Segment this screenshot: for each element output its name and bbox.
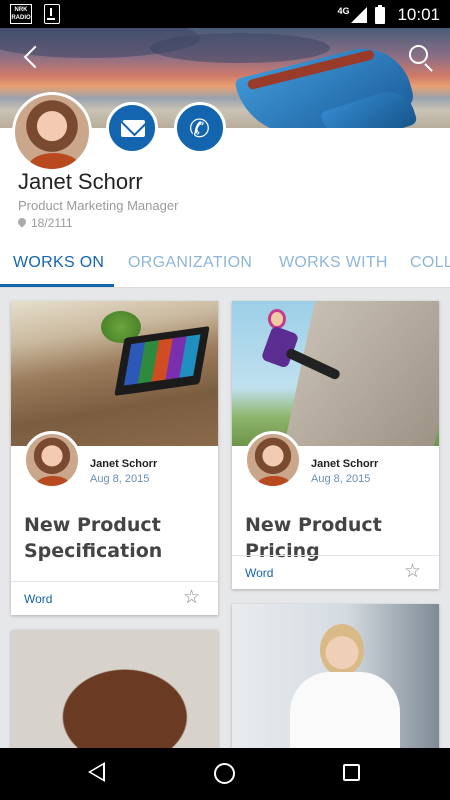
status-bar: NRK RADIO 4G 10:01 bbox=[0, 0, 450, 28]
author-avatar bbox=[23, 431, 81, 489]
active-tab-indicator bbox=[0, 284, 114, 287]
woman-body-shape bbox=[290, 672, 400, 752]
mail-icon bbox=[121, 120, 145, 137]
card-footer: Word ☆ bbox=[232, 555, 439, 589]
profile-name: Janet Schorr bbox=[18, 169, 143, 194]
card-image bbox=[11, 630, 218, 760]
card-title-line: New Product bbox=[24, 514, 161, 536]
card-image bbox=[232, 301, 439, 446]
mail-button[interactable] bbox=[106, 102, 158, 154]
card-image bbox=[11, 301, 218, 446]
search-button[interactable] bbox=[406, 42, 436, 72]
search-icon bbox=[409, 45, 428, 64]
network-type: 4G bbox=[337, 6, 350, 16]
cloud-shape bbox=[150, 33, 330, 63]
home-circle-icon[interactable] bbox=[214, 763, 235, 784]
clock: 10:01 bbox=[397, 5, 440, 24]
card-date: Aug 8, 2015 bbox=[90, 473, 150, 485]
call-button[interactable]: ✆ bbox=[174, 102, 226, 154]
climbing-wall-shape bbox=[280, 301, 439, 446]
woman-head-shape bbox=[320, 624, 364, 676]
tab-works-with[interactable]: WORKS WITH bbox=[279, 254, 388, 272]
profile-job-title: Product Marketing Manager bbox=[18, 198, 179, 213]
profile-avatar bbox=[12, 92, 92, 172]
back-triangle-icon[interactable] bbox=[88, 762, 105, 782]
profile-office: 18/2111 bbox=[31, 216, 73, 230]
search-icon-handle bbox=[424, 63, 433, 72]
tab-bar: WORKS ON ORGANIZATION WORKS WITH COLL bbox=[0, 240, 450, 288]
card-title-line: Specification bbox=[24, 540, 163, 562]
author-name: Janet Schorr bbox=[90, 458, 158, 470]
climber-body-shape bbox=[260, 325, 300, 369]
tab-organization[interactable]: ORGANIZATION bbox=[128, 254, 252, 272]
card-footer: Word ☆ bbox=[11, 581, 218, 615]
battery-icon bbox=[375, 4, 386, 24]
screen: NRK RADIO 4G 10:01 Janet Schorr Product … bbox=[0, 0, 450, 800]
signal-icon bbox=[351, 7, 368, 23]
document-card[interactable] bbox=[11, 630, 218, 760]
star-icon[interactable]: ☆ bbox=[183, 586, 200, 609]
author-name: Janet Schorr bbox=[311, 458, 379, 470]
document-type-label: Word bbox=[24, 592, 53, 606]
navigation-bar bbox=[0, 748, 450, 800]
card-image bbox=[232, 604, 439, 760]
back-button[interactable] bbox=[18, 44, 46, 72]
profile-location: 18/2111 bbox=[18, 216, 73, 230]
document-card[interactable] bbox=[232, 604, 439, 760]
star-icon[interactable]: ☆ bbox=[404, 560, 421, 583]
download-icon bbox=[44, 4, 60, 24]
tab-works-on[interactable]: WORKS ON bbox=[13, 254, 104, 272]
card-date: Aug 8, 2015 bbox=[311, 473, 371, 485]
author-avatar bbox=[244, 431, 302, 489]
recents-square-icon[interactable] bbox=[343, 764, 360, 781]
card-title: New Product Specification bbox=[24, 512, 162, 564]
tablet-shape bbox=[114, 326, 210, 396]
document-type-label: Word bbox=[245, 566, 274, 580]
location-pin-icon bbox=[18, 218, 26, 229]
document-card[interactable]: Janet Schorr Aug 8, 2015 New Product Pri… bbox=[232, 301, 439, 589]
tab-collaborators[interactable]: COLL bbox=[410, 254, 450, 272]
document-card[interactable]: Janet Schorr Aug 8, 2015 New Product Spe… bbox=[11, 301, 218, 615]
phone-icon: ✆ bbox=[189, 115, 210, 143]
nrk-radio-icon: NRK RADIO bbox=[10, 4, 32, 24]
